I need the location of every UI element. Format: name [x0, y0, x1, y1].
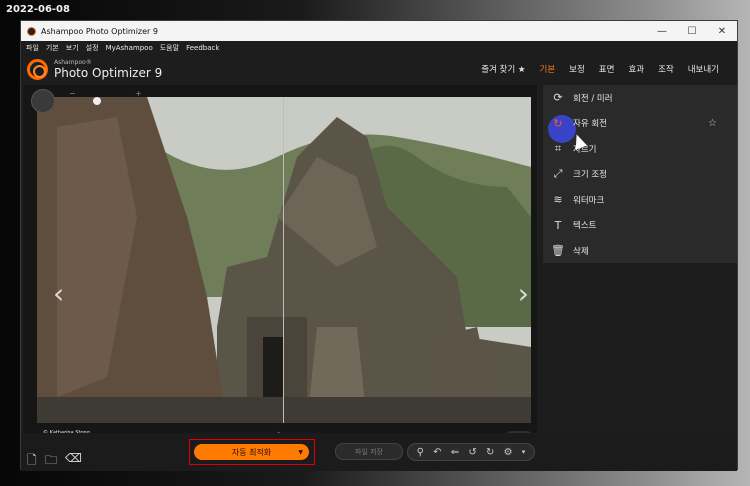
tab-surface[interactable]: 표면 — [599, 63, 615, 75]
tool-label: 회전 / 미러 — [573, 93, 613, 104]
dropdown-chevron-icon[interactable]: ▼ — [298, 449, 303, 456]
tool-label: 삭제 — [573, 246, 589, 257]
tool-rotate-mirror[interactable]: ⟳ 회전 / 미러 — [543, 85, 737, 111]
temple-photo-illustration — [37, 97, 531, 423]
text-icon: T — [554, 218, 562, 232]
undo-icon[interactable]: ↶ — [433, 447, 441, 458]
titlebar: Ashampoo Photo Optimizer 9 — ☐ ✕ — [21, 21, 737, 41]
free-rotate-icon: ↻ — [553, 116, 563, 130]
tab-favorites[interactable]: 즐겨 찾기 ★ — [481, 63, 525, 75]
brand-company: Ashampoo® — [54, 58, 92, 66]
rotate-left-icon[interactable]: ↺ — [468, 447, 476, 458]
maximize-button[interactable]: ☐ — [677, 21, 707, 41]
menu-help[interactable]: 도움말 — [160, 43, 179, 53]
tool-free-rotate[interactable]: ↻ 자유 회전 ☆ — [543, 111, 737, 137]
menubar: 파일 기본 보기 설정 MyAshampoo 도움말 Feedback — [21, 41, 737, 55]
tab-export[interactable]: 내보내기 — [688, 63, 719, 75]
tool-label: 텍스트 — [573, 221, 597, 232]
save-file-label: 파일 저장 — [355, 447, 383, 456]
clear-broom-icon[interactable]: ⌫ — [65, 451, 82, 465]
more-chevron-icon[interactable]: ▾ — [522, 448, 526, 456]
add-folder-icon[interactable]: 🗀 — [45, 451, 57, 472]
tool-label: 자유 회전 — [573, 119, 607, 130]
menu-feedback[interactable]: Feedback — [186, 44, 219, 52]
tool-panel: ⟳ 회전 / 미러 ↻ 자유 회전 ☆ ⌗ 자르기 ⤢ 크기 조정 ≋ 워터마크… — [543, 85, 737, 263]
zoom-out-icon[interactable]: − — [69, 89, 76, 98]
add-file-icon[interactable]: 🗋 — [27, 451, 37, 472]
tool-text[interactable]: T 텍스트 — [543, 213, 737, 239]
resize-icon: ⤢ — [553, 167, 563, 181]
menu-file[interactable]: 파일 — [26, 43, 39, 53]
bottom-toolbar: 🗋 🗀 ⌫ 자동 최적화 ▼ 파일 저장 ⚲ ↶ ⇐ ↺ ↻ ⚙ ▾ — [21, 433, 737, 471]
brand-product: Photo Optimizer 9 — [54, 65, 163, 80]
favorite-star-icon[interactable]: ☆ — [708, 118, 717, 129]
menu-basic[interactable]: 기본 — [46, 43, 59, 53]
save-file-button[interactable]: 파일 저장 — [335, 443, 403, 460]
minimize-button[interactable]: — — [647, 21, 677, 41]
rotate-icon: ⟳ — [553, 91, 563, 105]
zoom-slider[interactable] — [71, 101, 141, 102]
trash-icon: 🗑 — [551, 244, 565, 258]
menu-myashampoo[interactable]: MyAshampoo — [106, 44, 153, 52]
tool-label: 크기 조정 — [573, 170, 607, 181]
tool-watermark[interactable]: ≋ 워터마크 — [543, 187, 737, 213]
watermark-icon: ≋ — [553, 193, 563, 207]
ashampoo-logo-icon — [27, 58, 48, 80]
tab-correction[interactable]: 보정 — [569, 63, 585, 75]
before-after-split-line[interactable] — [283, 97, 284, 423]
date-stamp: 2022-06-08 — [6, 4, 70, 15]
crop-icon: ⌗ — [554, 141, 562, 155]
brand: Ashampoo® Photo Optimizer 9 — [27, 56, 162, 82]
history-tools: ⚲ ↶ ⇐ ↺ ↻ ⚙ ▾ — [407, 443, 535, 461]
window-title: Ashampoo Photo Optimizer 9 — [41, 26, 158, 36]
magic-wand-icon[interactable]: ⚲ — [417, 447, 424, 458]
tool-resize[interactable]: ⤢ 크기 조정 — [543, 162, 737, 188]
zoom-slider-knob[interactable] — [93, 97, 101, 105]
tool-delete[interactable]: 🗑 삭제 — [543, 238, 737, 264]
app-icon — [27, 26, 36, 36]
close-button[interactable]: ✕ — [707, 21, 737, 41]
tool-label: 워터마크 — [573, 195, 605, 206]
rotate-right-icon[interactable]: ↻ — [486, 447, 494, 458]
zoom-in-icon[interactable]: + — [135, 89, 142, 98]
image-canvas[interactable]: ‹ › − + © Katharina Stong ⤡ — [23, 85, 537, 449]
photo-preview: ‹ › — [37, 97, 531, 423]
undo-all-icon[interactable]: ⇐ — [451, 447, 459, 458]
menu-settings[interactable]: 설정 — [86, 43, 99, 53]
tab-manipulate[interactable]: 조작 — [658, 63, 674, 75]
settings-gear-icon[interactable]: ⚙ — [504, 447, 513, 458]
previous-image-arrow-icon[interactable]: ‹ — [53, 277, 64, 310]
auto-optimize-button[interactable]: 자동 최적화 ▼ — [194, 444, 309, 460]
next-image-arrow-icon[interactable]: › — [518, 277, 529, 310]
tab-effects[interactable]: 효과 — [628, 63, 644, 75]
app-window: Ashampoo Photo Optimizer 9 — ☐ ✕ 파일 기본 보… — [20, 20, 738, 471]
tab-basic[interactable]: 기본 — [540, 63, 556, 75]
auto-optimize-label: 자동 최적화 — [231, 447, 272, 457]
menu-view[interactable]: 보기 — [66, 43, 79, 53]
navigation-joystick-icon[interactable] — [31, 89, 55, 113]
auto-optimize-highlight-frame: 자동 최적화 ▼ — [189, 439, 315, 465]
main-tabs: 즐겨 찾기 ★ 기본 보정 표면 효과 조작 내보내기 — [467, 63, 719, 75]
